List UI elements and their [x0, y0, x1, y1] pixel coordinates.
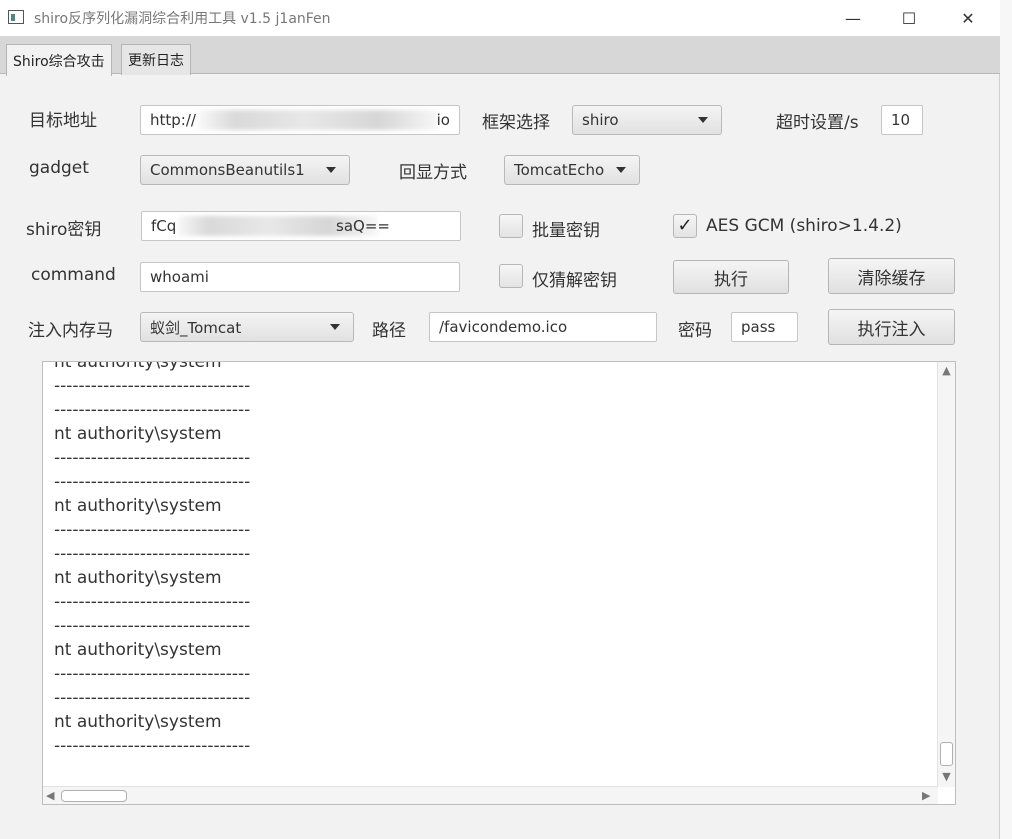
- target-label: 目标地址: [29, 111, 97, 131]
- echo-select[interactable]: TomcatEcho: [504, 155, 640, 185]
- output-line: --------------------------------: [54, 736, 251, 756]
- output-line: --------------------------------: [54, 664, 251, 684]
- memshell-select-value: 蚁剑_Tomcat: [150, 318, 242, 337]
- scroll-up-icon[interactable]: ▲: [938, 364, 955, 377]
- guess-key-label: 仅猜解密钥: [532, 271, 617, 291]
- path-label: 路径: [372, 321, 406, 341]
- maximize-button[interactable]: ☐: [886, 0, 932, 36]
- scroll-left-icon[interactable]: ◀: [46, 789, 54, 802]
- horizontal-scrollbar[interactable]: ◀ ▶: [43, 786, 938, 804]
- output-line: --------------------------------: [54, 592, 251, 612]
- output-lines: nt authority\system --------------------…: [54, 361, 914, 758]
- close-button[interactable]: ✕: [945, 0, 991, 36]
- gadget-label: gadget: [29, 158, 89, 178]
- app-window: shiro反序列化漏洞综合利用工具 v1.5 j1anFen — ☐ ✕ Shi…: [0, 0, 1000, 839]
- memshell-label: 注入内存马: [28, 321, 113, 341]
- framework-select[interactable]: shiro: [572, 105, 722, 135]
- inject-button[interactable]: 执行注入: [828, 309, 955, 345]
- chevron-down-icon: [616, 167, 626, 173]
- app-icon: [8, 10, 24, 24]
- output-line: nt authority\system: [54, 361, 222, 372]
- vertical-scroll-thumb[interactable]: [940, 742, 953, 766]
- target-url-prefix: http://: [150, 111, 196, 129]
- output-line: --------------------------------: [54, 400, 251, 420]
- output-line: --------------------------------: [54, 448, 251, 468]
- window-title: shiro反序列化漏洞综合利用工具 v1.5 j1anFen: [34, 11, 331, 27]
- password-label: 密码: [678, 321, 712, 341]
- output-line: --------------------------------: [54, 544, 251, 564]
- output-line: --------------------------------: [54, 376, 251, 396]
- background-window-edge: [1000, 0, 1012, 839]
- password-input[interactable]: pass: [731, 312, 798, 342]
- shiro-key-input[interactable]: fCq saQ==: [141, 211, 461, 241]
- gadget-select-value: CommonsBeanutils1: [150, 161, 305, 179]
- target-url-suffix: io: [436, 111, 450, 129]
- target-url-input[interactable]: http:// io: [140, 105, 460, 135]
- horizontal-scroll-thumb[interactable]: [61, 790, 127, 802]
- output-line: nt authority\system: [54, 496, 222, 516]
- output-line: --------------------------------: [54, 472, 251, 492]
- memshell-select[interactable]: 蚁剑_Tomcat: [140, 312, 354, 342]
- redacted-url-blur: [199, 110, 439, 130]
- output-line: nt authority\system: [54, 424, 222, 444]
- output-line: --------------------------------: [54, 520, 251, 540]
- path-input[interactable]: /favicondemo.ico: [429, 312, 657, 342]
- aes-gcm-label: AES GCM (shiro>1.4.2): [706, 216, 902, 236]
- timeout-label: 超时设置/s: [776, 113, 859, 133]
- guess-key-checkbox[interactable]: [499, 264, 523, 288]
- tab-shiro-attack[interactable]: Shiro综合攻击: [6, 44, 112, 76]
- title-bar: shiro反序列化漏洞综合利用工具 v1.5 j1anFen — ☐ ✕: [0, 0, 1000, 36]
- shiro-key-label: shiro密钥: [26, 220, 102, 240]
- output-textarea[interactable]: nt authority\system --------------------…: [42, 361, 956, 805]
- clear-cache-button[interactable]: 清除缓存: [828, 258, 955, 294]
- chevron-down-icon: [326, 167, 336, 173]
- framework-label: 框架选择: [482, 113, 550, 133]
- echo-select-value: TomcatEcho: [514, 161, 605, 179]
- framework-select-value: shiro: [582, 111, 619, 129]
- scroll-down-icon[interactable]: ▼: [938, 770, 955, 783]
- echo-label: 回显方式: [399, 163, 467, 183]
- output-line: --------------------------------: [54, 616, 251, 636]
- output-line: nt authority\system: [54, 640, 222, 660]
- tab-changelog[interactable]: 更新日志: [121, 44, 191, 75]
- chevron-down-icon: [698, 117, 708, 123]
- batch-key-checkbox[interactable]: [499, 214, 523, 238]
- shiro-key-prefix: fCq: [151, 217, 177, 235]
- check-icon: ✓: [677, 215, 693, 236]
- output-line: nt authority\system: [54, 712, 222, 732]
- shiro-key-suffix: saQ==: [336, 217, 390, 235]
- minimize-button[interactable]: —: [830, 0, 876, 36]
- vertical-scrollbar[interactable]: ▲ ▼: [937, 362, 955, 787]
- output-line: nt authority\system: [54, 568, 222, 588]
- timeout-input[interactable]: 10: [881, 105, 923, 135]
- batch-key-label: 批量密钥: [532, 221, 600, 241]
- command-label: command: [31, 265, 116, 285]
- chevron-down-icon: [330, 324, 340, 330]
- execute-button[interactable]: 执行: [673, 260, 789, 294]
- aes-gcm-checkbox[interactable]: ✓: [673, 214, 697, 238]
- scroll-right-icon[interactable]: ▶: [922, 789, 930, 802]
- output-line: --------------------------------: [54, 688, 251, 708]
- command-input[interactable]: whoami: [140, 262, 460, 292]
- gadget-select[interactable]: CommonsBeanutils1: [140, 155, 350, 185]
